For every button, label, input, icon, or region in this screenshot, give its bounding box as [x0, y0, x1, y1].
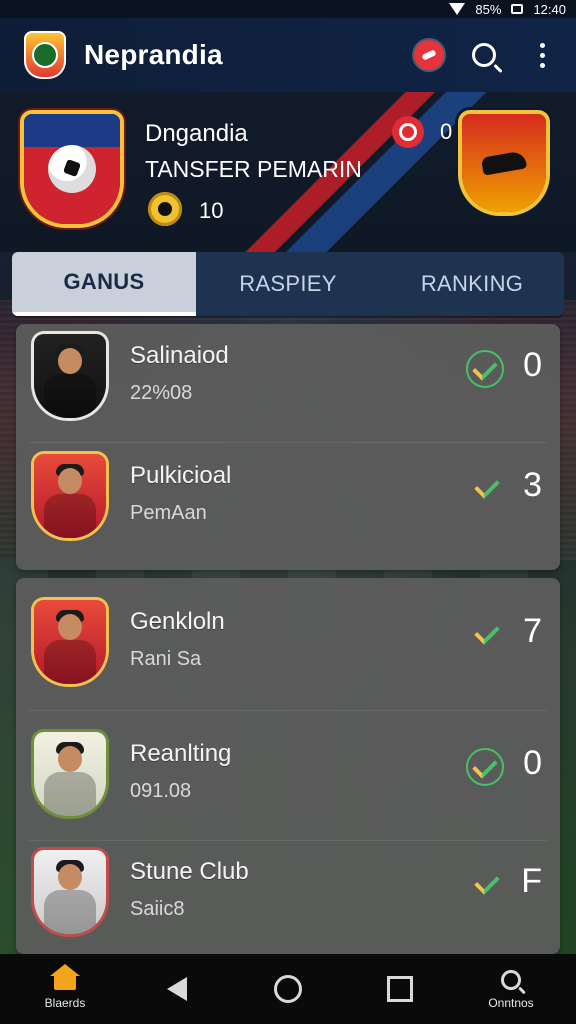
signal-icon — [449, 3, 466, 15]
tab-raspiey[interactable]: RASPIEY — [196, 252, 380, 316]
check-circle-icon — [466, 748, 504, 786]
check-icon — [470, 866, 504, 900]
football-icon — [48, 145, 96, 193]
battery-icon — [511, 4, 524, 14]
player-name: Genkloln — [130, 608, 225, 635]
nav-home[interactable] — [243, 954, 333, 1024]
status-time: 12:40 — [533, 1, 566, 17]
search-button[interactable] — [466, 37, 502, 73]
player-avatar — [34, 454, 106, 538]
more-vert-icon — [539, 42, 545, 68]
back-icon — [166, 977, 187, 1001]
player-value: 3 — [523, 466, 542, 504]
recent-apps-icon — [386, 976, 413, 1002]
club-header: Dngandia TANSFER PEMARIN 10 0 — [0, 92, 576, 252]
bull-icon — [480, 150, 528, 176]
app-bar-actions — [414, 37, 560, 73]
notification-icon — [421, 49, 437, 61]
player-list-card-2: Genkloln Rani Sa 7 Reanlting 091.08 0 St… — [16, 578, 560, 954]
player-subtext: Rani Sa — [130, 648, 202, 670]
nav-label-boards: Blaerds — [44, 996, 86, 1010]
tabs: GANUS RASPIEY RANKING — [12, 252, 564, 316]
player-subtext: Saiic8 — [130, 898, 185, 920]
club-badge[interactable] — [24, 114, 120, 224]
list-item[interactable]: Genkloln Rani Sa 7 — [16, 590, 560, 700]
nav-label-options: Onntnos — [488, 996, 534, 1010]
more-options-button[interactable] — [524, 37, 560, 73]
player-value: 0 — [523, 346, 542, 384]
player-subtext: 091.08 — [130, 780, 192, 802]
tab-ranking[interactable]: RANKING — [380, 252, 564, 316]
list-item[interactable]: Stune Club Saiic8 F — [16, 840, 560, 950]
check-icon — [470, 470, 504, 504]
nav-recents[interactable] — [355, 954, 445, 1024]
opponent-badge[interactable] — [462, 114, 546, 212]
nav-back[interactable] — [132, 954, 222, 1024]
list-item[interactable]: Reanlting 091.08 0 — [16, 722, 560, 832]
home-circle-icon — [274, 975, 302, 1003]
nav-options[interactable]: Onntnos — [466, 954, 556, 1024]
list-item[interactable]: Salinaiod 22%08 0 — [16, 324, 560, 434]
status-bar: 85% 12:40 — [0, 0, 576, 18]
divider — [28, 442, 548, 443]
search-icon — [501, 970, 521, 990]
app-bar: Neprandia — [0, 18, 576, 92]
home-icon — [50, 964, 80, 990]
app-logo-emblem — [32, 42, 58, 68]
player-value: F — [521, 862, 542, 900]
bottom-navigation: Blaerds Onntnos — [0, 954, 576, 1024]
coin-count: 10 — [199, 198, 224, 223]
check-icon — [470, 616, 504, 650]
app-title: Neprandia — [84, 39, 223, 70]
player-subtext: 22%08 — [130, 382, 193, 404]
club-subtitle: TANSFER PEMARIN — [145, 156, 362, 182]
player-name: Pulkicioal — [130, 462, 232, 489]
alerts-icon[interactable] — [392, 116, 424, 148]
player-name: Reanlting — [130, 740, 232, 767]
tab-ganus[interactable]: GANUS — [12, 252, 196, 316]
player-value: 0 — [523, 744, 542, 782]
player-avatar — [34, 732, 106, 816]
player-avatar — [34, 334, 106, 418]
list-item[interactable]: Pulkicioal PemAan 3 — [16, 444, 560, 554]
club-name: Dngandia — [145, 120, 248, 147]
notification-button[interactable] — [414, 40, 444, 70]
player-name: Stune Club — [130, 858, 249, 885]
app-logo — [24, 31, 66, 79]
player-value: 7 — [523, 612, 542, 650]
player-avatar — [34, 850, 106, 934]
player-list-card-1: Salinaiod 22%08 0 Pulkicioal PemAan 3 — [16, 324, 560, 570]
battery-percent: 85% — [475, 1, 502, 17]
nav-boards[interactable]: Blaerds — [20, 954, 110, 1024]
player-avatar — [34, 600, 106, 684]
divider — [28, 710, 548, 711]
player-subtext: PemAan — [130, 502, 207, 524]
coin-icon — [148, 192, 182, 226]
player-name: Salinaiod — [130, 342, 229, 369]
search-icon — [472, 43, 496, 67]
alerts-count: 0 — [440, 119, 453, 144]
check-circle-icon — [466, 350, 504, 388]
